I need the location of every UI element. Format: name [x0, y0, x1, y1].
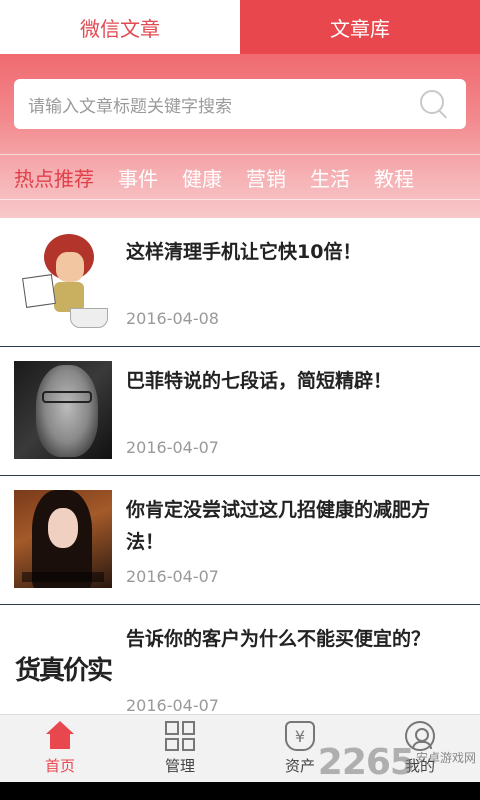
search-input[interactable]: 请输入文章标题关键字搜索 — [14, 79, 466, 129]
article-title: 告诉你的客户为什么不能买便宜的？ — [126, 628, 431, 650]
tab-wechat-articles[interactable]: 微信文章 — [0, 0, 240, 54]
article-date: 2016-04-07 — [126, 567, 219, 586]
top-tabs: 微信文章 文章库 — [0, 0, 480, 54]
cartoon-toilet-image — [14, 232, 112, 330]
header-area: 请输入文章标题关键字搜索 热点推荐 事件 健康 营销 生活 教程 — [0, 54, 480, 218]
nav-manage[interactable]: 管理 — [120, 715, 240, 782]
category-events[interactable]: 事件 — [118, 163, 158, 192]
nav-label: 首页 — [44, 757, 75, 775]
article-date: 2016-04-08 — [126, 309, 219, 328]
article-title: 这样清理手机让它快10倍！ — [126, 241, 362, 263]
category-hot[interactable]: 热点推荐 — [14, 163, 94, 192]
article-title: 巴菲特说的七段话，简短精辟！ — [126, 370, 393, 392]
grid-icon — [165, 721, 195, 751]
category-health[interactable]: 健康 — [182, 163, 222, 192]
watermark-text: 安卓游戏网 — [415, 751, 476, 765]
category-bar: 热点推荐 事件 健康 营销 生活 教程 — [0, 154, 480, 200]
article-date: 2016-04-07 — [126, 696, 219, 715]
watermark-number: 2265 — [317, 742, 415, 783]
list-item[interactable]: 巴菲特说的七段话，简短精辟！ 2016-04-07 — [0, 347, 480, 476]
money-bag-icon: ¥ — [285, 721, 315, 751]
article-date: 2016-04-07 — [126, 438, 219, 457]
article-list: 这样清理手机让它快10倍！ 2016-04-08 巴菲特说的七段话，简短精辟！ … — [0, 218, 480, 734]
home-icon — [45, 721, 75, 751]
search-icon[interactable] — [416, 86, 452, 122]
calligraphy-image: 货真价实 — [14, 619, 112, 717]
search-placeholder: 请输入文章标题关键字搜索 — [28, 96, 232, 117]
category-life[interactable]: 生活 — [310, 163, 350, 192]
list-item[interactable]: 这样清理手机让它快10倍！ 2016-04-08 — [0, 218, 480, 347]
nav-label: 管理 — [164, 757, 195, 775]
category-tutorial[interactable]: 教程 — [374, 163, 414, 192]
nav-label: 资产 — [284, 757, 315, 775]
woman-photo — [14, 490, 112, 588]
category-marketing[interactable]: 营销 — [246, 163, 286, 192]
system-bar — [0, 782, 480, 800]
portrait-photo — [14, 361, 112, 459]
nav-home[interactable]: 首页 — [0, 715, 120, 782]
tab-article-library[interactable]: 文章库 — [240, 0, 480, 54]
watermark: 2265 安卓游戏网 — [318, 742, 476, 783]
list-item[interactable]: 你肯定没尝试过这几招健康的减肥方法！ 2016-04-07 — [0, 476, 480, 605]
calligraphy-text: 货真价实 — [14, 655, 112, 686]
article-title: 你肯定没尝试过这几招健康的减肥方法！ — [126, 499, 431, 553]
